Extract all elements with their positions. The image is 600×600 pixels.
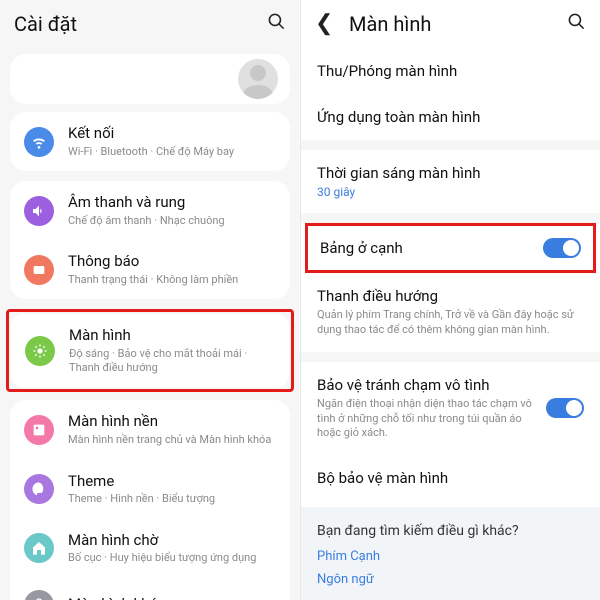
item-title: Thu/Phóng màn hình — [317, 62, 584, 80]
search-icon[interactable] — [567, 12, 586, 36]
accidental-touch-toggle[interactable] — [546, 398, 584, 418]
settings-main-panel: Cài đặt Kết nối Wi-Fi · Bluetooth · Chế … — [0, 0, 300, 600]
header: Cài đặt — [0, 0, 300, 48]
item-text: Âm thanh và rung Chế độ âm thanh · Nhạc … — [68, 193, 276, 228]
display-highlight: Màn hình Độ sáng · Bảo vệ cho mắt thoải … — [6, 309, 294, 392]
page-title: Cài đặt — [14, 12, 267, 36]
item-sub: Thanh trạng thái · Không làm phiền — [68, 273, 276, 287]
item-sub: Theme · Hình nền · Biểu tượng — [68, 492, 276, 506]
item-title: Kết nối — [68, 124, 276, 143]
footer-link-side-key[interactable]: Phím Cạnh — [317, 549, 584, 564]
item-title: Màn hình khóa — [68, 595, 276, 600]
theme-icon — [24, 474, 54, 504]
divider — [301, 213, 600, 223]
item-display[interactable]: Màn hình Độ sáng · Bảo vệ cho mắt thoải … — [11, 314, 289, 387]
item-title: Ứng dụng toàn màn hình — [317, 108, 584, 126]
item-sub: Màn hình nền trang chủ và Màn hình khóa — [68, 433, 276, 447]
item-nav-bar[interactable]: Thanh điều hướng Quản lý phím Trang chín… — [301, 273, 600, 352]
sounds-notif-card: Âm thanh và rung Chế độ âm thanh · Nhạc … — [10, 181, 290, 299]
item-title: Thông báo — [68, 252, 276, 271]
divider — [301, 140, 600, 150]
header: ❮ Màn hình — [301, 0, 600, 48]
personalization-card: Màn hình nền Màn hình nền trang chủ và M… — [10, 400, 290, 600]
display-icon — [25, 336, 55, 366]
item-connections[interactable]: Kết nối Wi-Fi · Bluetooth · Chế độ Máy b… — [10, 112, 290, 171]
footer-question: Bạn đang tìm kiếm điều gì khác? — [317, 523, 584, 539]
edge-panels-highlight: Bảng ở cạnh — [305, 223, 596, 273]
home-icon — [24, 533, 54, 563]
item-sub: Độ sáng · Bảo vệ cho mắt thoải mái · Tha… — [69, 347, 275, 376]
connections-card: Kết nối Wi-Fi · Bluetooth · Chế độ Máy b… — [10, 112, 290, 171]
item-lock[interactable]: Màn hình khóa — [10, 578, 290, 600]
back-icon[interactable]: ❮ — [315, 13, 335, 35]
item-title: Thời gian sáng màn hình — [317, 164, 584, 182]
account-row-partial[interactable] — [10, 54, 290, 104]
page-title: Màn hình — [349, 12, 567, 36]
item-text: Màn hình nền Màn hình nền trang chủ và M… — [68, 412, 276, 447]
item-notifications[interactable]: Thông báo Thanh trạng thái · Không làm p… — [10, 240, 290, 299]
display-card: Màn hình Độ sáng · Bảo vệ cho mắt thoải … — [11, 314, 289, 387]
item-text: Kết nối Wi-Fi · Bluetooth · Chế độ Máy b… — [68, 124, 276, 159]
item-text: Màn hình Độ sáng · Bảo vệ cho mắt thoải … — [69, 326, 275, 375]
item-fullscreen-apps[interactable]: Ứng dụng toàn màn hình — [301, 94, 600, 140]
item-sub: Ngăn điện thoại nhận diện thao tác chạm … — [317, 397, 536, 442]
item-text: Bảng ở cạnh — [320, 239, 533, 257]
item-text: Thời gian sáng màn hình 30 giây — [317, 164, 584, 199]
item-zoom[interactable]: Thu/Phóng màn hình — [301, 48, 600, 94]
item-sub: 30 giây — [317, 185, 584, 199]
wifi-icon — [24, 127, 54, 157]
item-title: Theme — [68, 472, 276, 491]
item-title: Bảo vệ tránh chạm vô tình — [317, 376, 536, 394]
item-sounds[interactable]: Âm thanh và rung Chế độ âm thanh · Nhạc … — [10, 181, 290, 240]
item-edge-panels[interactable]: Bảng ở cạnh — [308, 226, 593, 270]
item-text: Ứng dụng toàn màn hình — [317, 108, 584, 126]
item-sub: Quản lý phím Trang chính, Trở về và Gần … — [317, 308, 584, 338]
item-text: Bộ bảo vệ màn hình — [317, 469, 584, 487]
sound-icon — [24, 196, 54, 226]
divider — [301, 352, 600, 362]
item-text: Thu/Phóng màn hình — [317, 62, 584, 80]
item-text: Màn hình khóa — [68, 595, 276, 600]
item-themes[interactable]: Theme Theme · Hình nền · Biểu tượng — [10, 460, 290, 519]
item-wallpaper[interactable]: Màn hình nền Màn hình nền trang chủ và M… — [10, 400, 290, 459]
item-title: Bộ bảo vệ màn hình — [317, 469, 584, 487]
item-title: Âm thanh và rung — [68, 193, 276, 212]
item-text: Thông báo Thanh trạng thái · Không làm p… — [68, 252, 276, 287]
display-settings-panel: ❮ Màn hình Thu/Phóng màn hình Ứng dụng t… — [300, 0, 600, 600]
item-sub: Bố cục · Huy hiệu biểu tượng ứng dụng — [68, 551, 276, 565]
item-home[interactable]: Màn hình chờ Bố cục · Huy hiệu biểu tượn… — [10, 519, 290, 578]
item-text: Màn hình chờ Bố cục · Huy hiệu biểu tượn… — [68, 531, 276, 566]
item-sub: Wi-Fi · Bluetooth · Chế độ Máy bay — [68, 145, 276, 159]
item-sub: Chế độ âm thanh · Nhạc chuông — [68, 214, 276, 228]
item-title: Màn hình — [69, 326, 275, 345]
item-text: Thanh điều hướng Quản lý phím Trang chín… — [317, 287, 584, 338]
item-screensaver[interactable]: Bộ bảo vệ màn hình — [301, 455, 600, 501]
item-accidental-touch[interactable]: Bảo vệ tránh chạm vô tình Ngăn điện thoạ… — [301, 362, 600, 456]
looking-for-block: Bạn đang tìm kiếm điều gì khác? Phím Cạn… — [301, 507, 600, 600]
avatar — [238, 59, 278, 99]
lock-icon — [24, 590, 54, 600]
item-text: Theme Theme · Hình nền · Biểu tượng — [68, 472, 276, 507]
item-screen-timeout[interactable]: Thời gian sáng màn hình 30 giây — [301, 150, 600, 213]
edge-panels-toggle[interactable] — [543, 238, 581, 258]
item-title: Màn hình chờ — [68, 531, 276, 550]
search-icon[interactable] — [267, 12, 286, 36]
item-title: Bảng ở cạnh — [320, 239, 533, 257]
wallpaper-icon — [24, 415, 54, 445]
item-text: Bảo vệ tránh chạm vô tình Ngăn điện thoạ… — [317, 376, 536, 442]
notification-icon — [24, 255, 54, 285]
item-title: Thanh điều hướng — [317, 287, 584, 305]
item-title: Màn hình nền — [68, 412, 276, 431]
footer-link-language[interactable]: Ngôn ngữ — [317, 572, 584, 587]
